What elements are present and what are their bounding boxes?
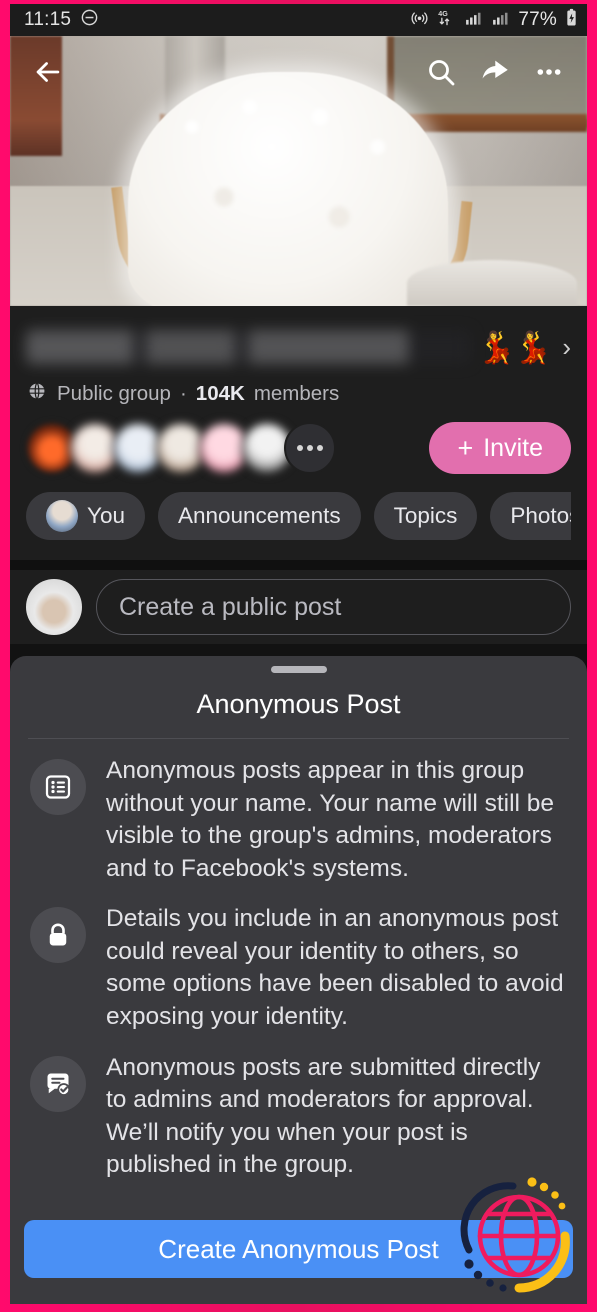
group-member-count: 104K	[195, 382, 245, 405]
group-tab-chips: You Announcements Topics Photos	[26, 492, 571, 560]
status-bar: 11:15 4G 77%	[10, 4, 587, 36]
create-post-placeholder: Create a public post	[119, 592, 342, 621]
chip-label: Photos	[510, 503, 571, 528]
hotspot-icon	[409, 8, 430, 32]
anonymous-post-bottom-sheet: Anonymous Post Anonymous posts appear in…	[10, 656, 587, 1304]
avatar	[46, 500, 78, 532]
member-facepile[interactable]	[26, 422, 336, 474]
status-bar-clock: 11:15	[24, 9, 72, 30]
group-cover-photo	[10, 36, 587, 306]
group-member-label: members	[253, 382, 340, 405]
info-text: Anonymous posts are submitted directly t…	[106, 1053, 541, 1179]
mobile-data-4g-icon: 4G	[437, 8, 457, 32]
chip-you[interactable]: You	[26, 492, 145, 540]
group-privacy-label: Public group	[57, 382, 171, 405]
search-button[interactable]	[419, 52, 463, 96]
create-post-input[interactable]: Create a public post	[96, 579, 571, 635]
group-name-redacted	[26, 330, 472, 364]
chip-photos[interactable]: Photos	[490, 492, 571, 540]
svg-text:4G: 4G	[439, 10, 449, 18]
invite-button-label: Invite	[483, 433, 543, 462]
drag-handle[interactable]	[270, 666, 327, 673]
battery-charging-icon	[564, 8, 579, 33]
more-options-icon	[533, 56, 565, 93]
status-bar-left: 11:15	[24, 8, 99, 32]
info-text: Anonymous posts appear in this group wit…	[106, 757, 555, 882]
info-row-privacy: Details you include in an anonymous post…	[30, 903, 567, 1033]
sheet-handle-area[interactable]	[10, 656, 587, 677]
top-navigation-bar	[10, 36, 587, 112]
meta-separator: ·	[179, 382, 187, 405]
status-bar-right: 4G 77%	[409, 8, 579, 33]
info-row-approval: Anonymous posts are submitted directly t…	[30, 1052, 567, 1182]
chip-label: Topics	[393, 503, 458, 528]
section-divider	[10, 560, 587, 570]
globe-icon	[26, 380, 48, 408]
chip-announcements[interactable]: Announcements	[157, 492, 361, 540]
info-text: Details you include in an anonymous post…	[106, 905, 564, 1031]
chevron-right-icon[interactable]: ›	[556, 332, 571, 363]
group-name-emoji: 💃💃	[477, 329, 552, 365]
lock-icon	[30, 907, 86, 964]
more-members-icon[interactable]	[284, 422, 336, 474]
rules-list-icon	[30, 759, 86, 815]
do-not-disturb-icon	[80, 8, 99, 32]
more-options-button[interactable]	[527, 52, 571, 96]
members-row: + Invite	[26, 422, 571, 492]
share-arrow-icon	[478, 55, 512, 94]
plus-icon: +	[457, 432, 474, 463]
sheet-footer: Create Anonymous Post	[10, 1210, 587, 1304]
search-icon	[425, 56, 457, 93]
sheet-title: Anonymous Post	[196, 689, 401, 719]
invite-button[interactable]: + Invite	[429, 422, 571, 474]
post-composer-row[interactable]: Create a public post	[10, 570, 587, 644]
avatar	[26, 579, 82, 635]
group-meta-row: Public group · 104K members	[26, 376, 571, 422]
sheet-body: Anonymous posts appear in this group wit…	[10, 739, 587, 1210]
screen-recording-frame: 11:15 4G 77% 💃💃 › Public group · 104K me…	[0, 0, 597, 1312]
back-button[interactable]	[26, 52, 70, 96]
signal-bars-icon	[464, 8, 484, 32]
battery-percent-label: 77%	[518, 9, 557, 30]
share-button[interactable]	[473, 52, 517, 96]
create-anonymous-post-button[interactable]: Create Anonymous Post	[24, 1220, 573, 1278]
message-check-icon	[30, 1055, 86, 1112]
group-title-row[interactable]: 💃💃 ›	[26, 318, 571, 376]
chip-label: Announcements	[177, 503, 341, 528]
signal-bars-icon-2	[491, 8, 511, 32]
group-info-section: 💃💃 › Public group · 104K members + Invit…	[10, 306, 587, 560]
back-arrow-icon	[31, 55, 65, 94]
chip-label: You	[87, 503, 125, 528]
info-row-rules: Anonymous posts appear in this group wit…	[30, 755, 567, 885]
phone-screen: 11:15 4G 77% 💃💃 › Public group · 104K me…	[10, 4, 587, 1304]
chip-topics[interactable]: Topics	[373, 492, 478, 540]
